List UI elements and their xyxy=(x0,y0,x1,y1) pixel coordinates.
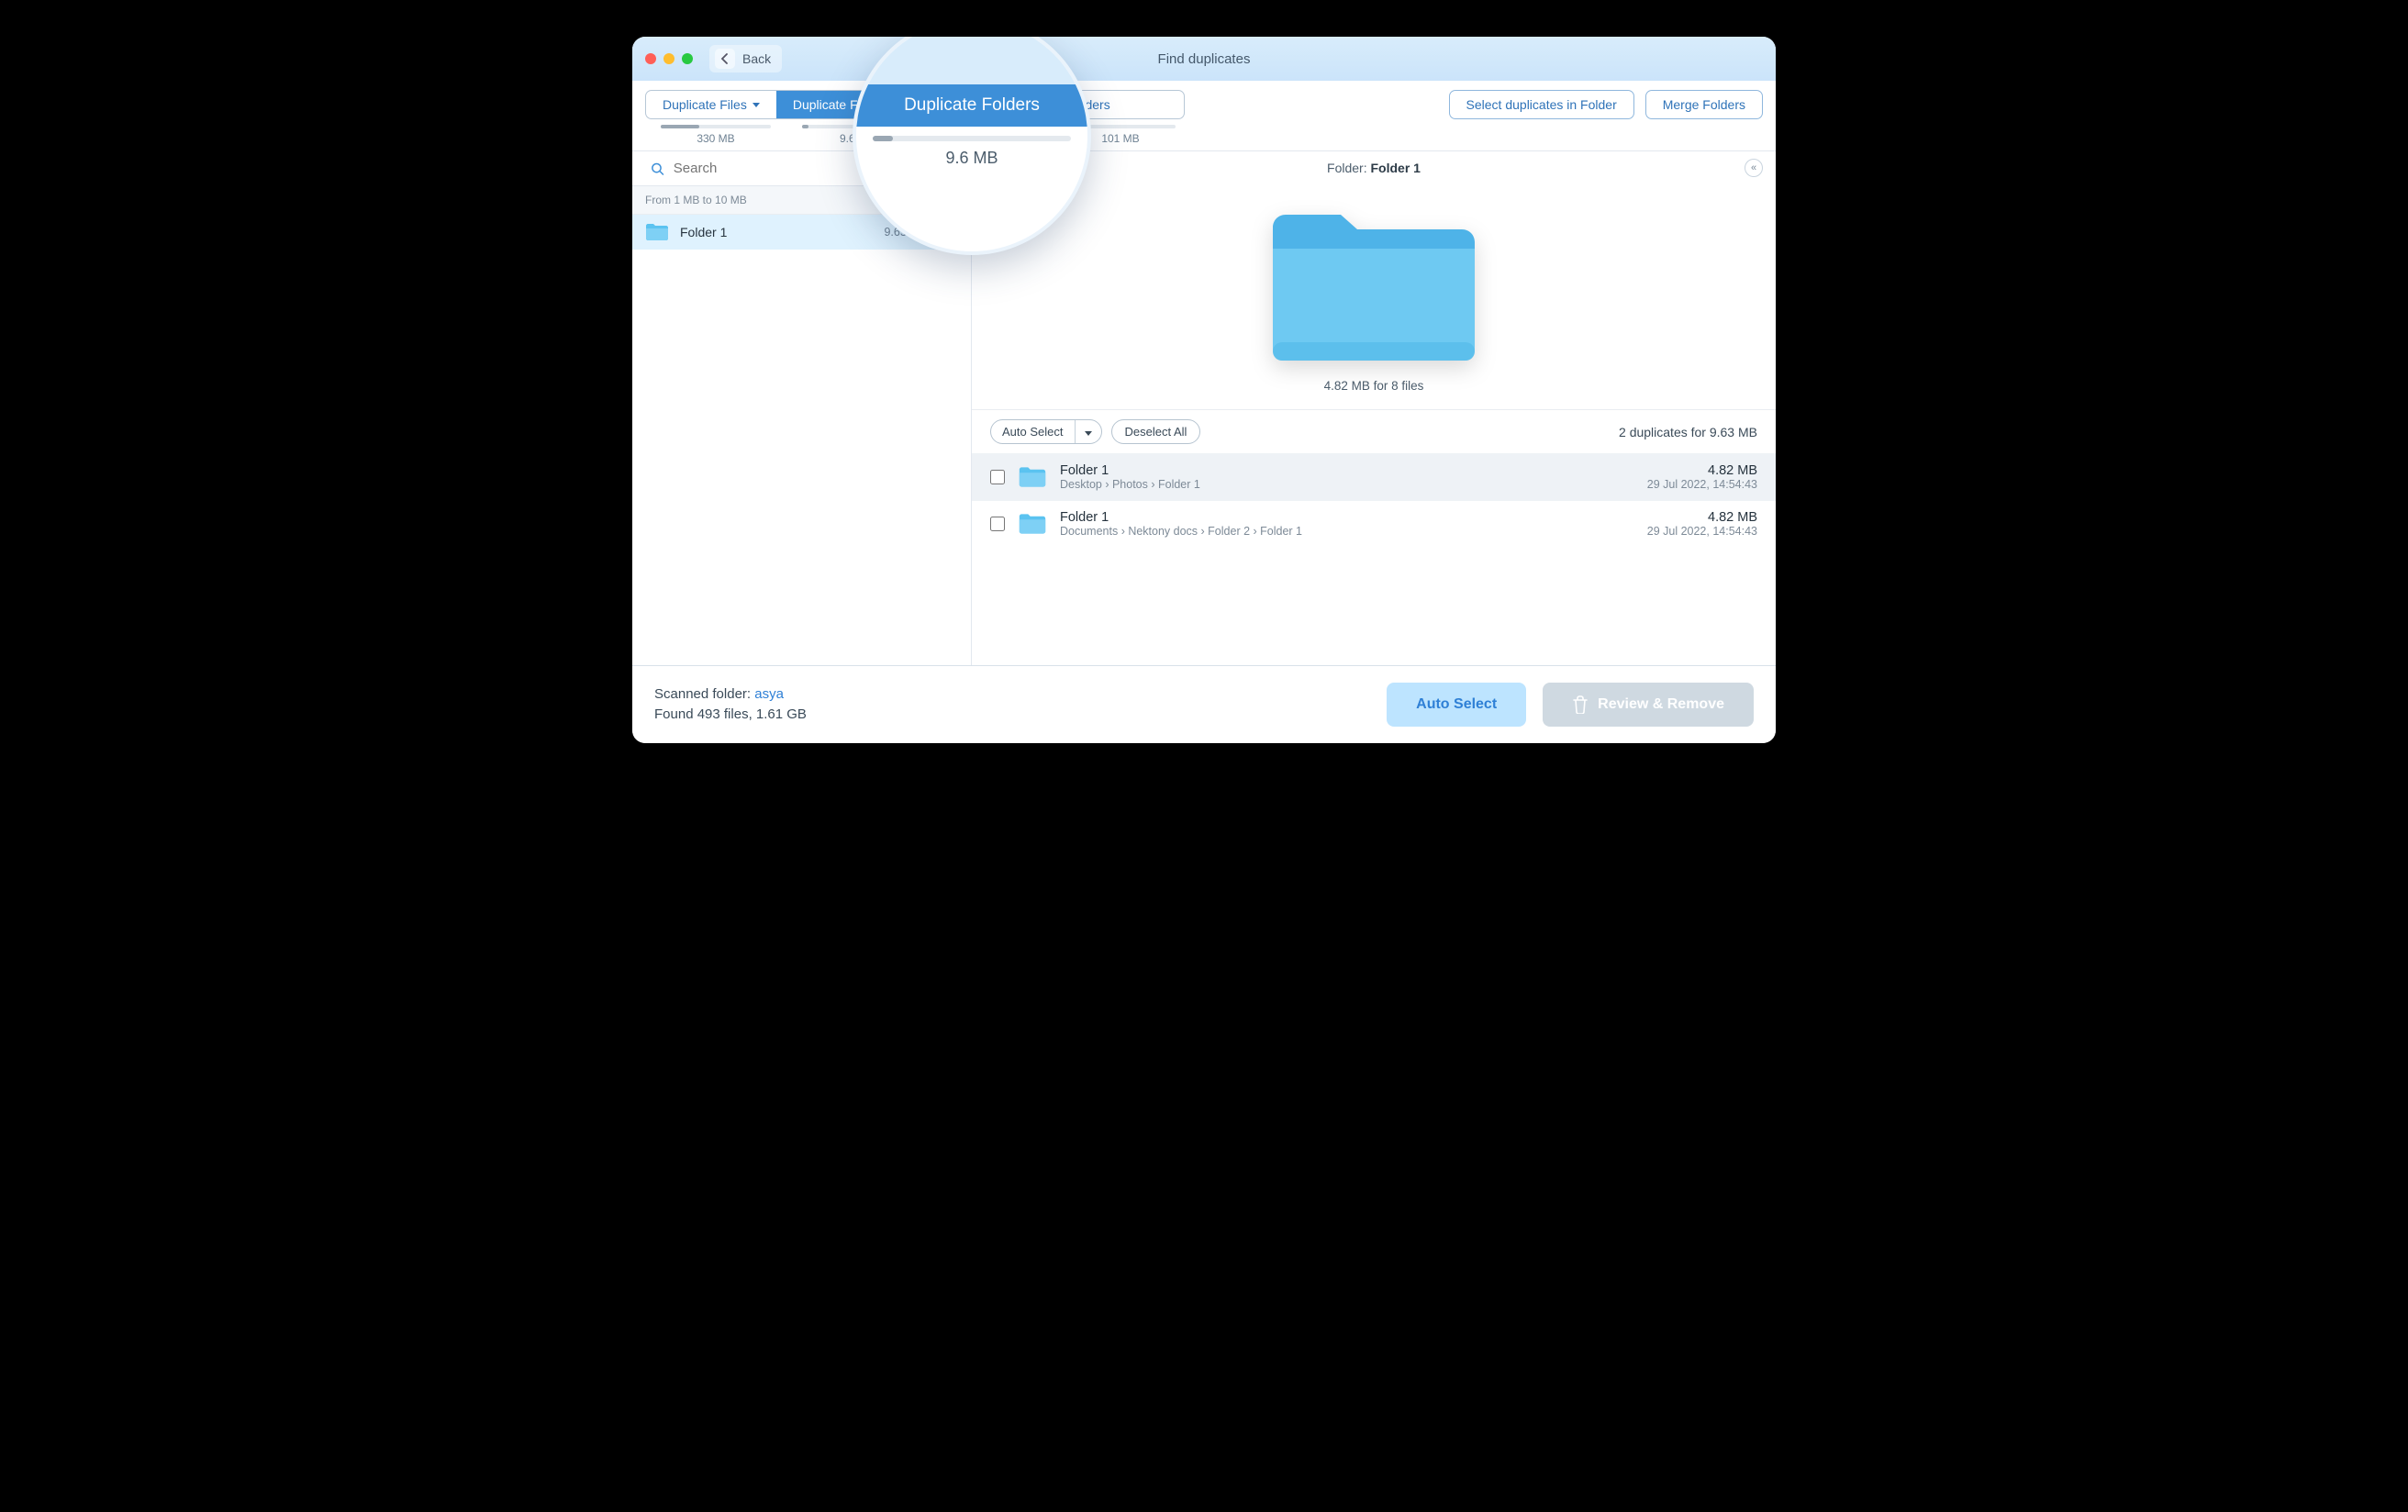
window-title: Find duplicates xyxy=(1158,51,1251,67)
magnified-tab: Duplicate Folders xyxy=(856,84,1087,127)
deselect-all-button[interactable]: Deselect All xyxy=(1111,419,1201,444)
row-checkbox[interactable] xyxy=(990,517,1005,531)
tab-label: Duplicate Files xyxy=(663,97,747,112)
row-size: 4.82 MB xyxy=(1647,463,1757,478)
select-duplicates-button[interactable]: Select duplicates in Folder xyxy=(1449,90,1634,119)
folder-icon xyxy=(1018,465,1047,489)
minimize-icon[interactable] xyxy=(663,53,674,64)
back-button[interactable]: Back xyxy=(709,45,782,72)
row-date: 29 Jul 2022, 14:54:43 xyxy=(1647,478,1757,491)
preview-meta: 4.82 MB for 8 files xyxy=(1324,379,1424,393)
review-remove-button[interactable]: Review & Remove xyxy=(1543,683,1754,727)
trash-icon xyxy=(1572,695,1589,714)
scanned-label: Scanned folder: xyxy=(654,686,751,702)
row-size: 4.82 MB xyxy=(1647,510,1757,525)
folder-preview: 4.82 MB for 8 files xyxy=(972,184,1776,409)
back-label: Back xyxy=(742,51,771,66)
row-date: 29 Jul 2022, 14:54:43 xyxy=(1647,525,1757,538)
row-name: Folder 1 xyxy=(1060,510,1634,525)
magnified-size: 9.6 MB xyxy=(856,149,1087,168)
tab-size: 101 MB xyxy=(1101,132,1139,145)
preview-label: Folder: xyxy=(1327,161,1367,175)
collapse-button[interactable]: « xyxy=(1745,159,1763,177)
titlebar: Back Find duplicates xyxy=(632,37,1776,81)
folder-icon xyxy=(1264,195,1484,370)
window-controls xyxy=(645,53,693,64)
duplicate-toolbar: Auto Select Deselect All 2 duplicates fo… xyxy=(972,409,1776,453)
chevron-down-icon[interactable] xyxy=(1075,420,1101,443)
review-label: Review & Remove xyxy=(1598,696,1724,713)
auto-select-button[interactable]: Auto Select xyxy=(1387,683,1526,727)
chevron-down-icon xyxy=(752,103,760,107)
preview-name: Folder 1 xyxy=(1371,161,1421,175)
app-window: Back Find duplicates Duplicate Files Dup… xyxy=(632,37,1776,743)
row-path: Documents › Nektony docs › Folder 2 › Fo… xyxy=(1060,525,1634,538)
tab-duplicate-files[interactable]: Duplicate Files xyxy=(646,91,776,118)
zoom-icon[interactable] xyxy=(682,53,693,64)
scan-summary: Scanned folder: asya Found 493 files, 1.… xyxy=(654,684,807,726)
found-summary: Found 493 files, 1.61 GB xyxy=(654,705,807,726)
row-checkbox[interactable] xyxy=(990,470,1005,484)
duplicate-row[interactable]: Folder 1 Documents › Nektony docs › Fold… xyxy=(972,500,1776,547)
duplicate-row[interactable]: Folder 1 Desktop › Photos › Folder 1 4.8… xyxy=(972,453,1776,500)
footer: Scanned folder: asya Found 493 files, 1.… xyxy=(632,665,1776,743)
row-name: Folder 1 xyxy=(1060,463,1634,478)
chevron-left-icon xyxy=(715,49,735,69)
scanned-folder-link[interactable]: asya xyxy=(754,686,784,702)
folder-icon xyxy=(645,222,669,242)
search-icon xyxy=(651,161,664,176)
merge-folders-button[interactable]: Merge Folders xyxy=(1645,90,1763,119)
main-panel: Folder: Folder 1 « 4.82 MB for 8 files A… xyxy=(972,151,1776,665)
auto-select-label: Auto Select xyxy=(991,420,1075,443)
duplicate-summary: 2 duplicates for 9.63 MB xyxy=(1619,425,1757,439)
tab-size: 330 MB xyxy=(697,132,734,145)
toolbar: Duplicate Files Duplicate Folders lar Me… xyxy=(632,81,1776,151)
folder-name: Folder 1 xyxy=(680,225,873,239)
close-icon[interactable] xyxy=(645,53,656,64)
row-path: Desktop › Photos › Folder 1 xyxy=(1060,478,1634,491)
auto-select-dropdown[interactable]: Auto Select xyxy=(990,419,1102,444)
folder-icon xyxy=(1018,512,1047,536)
preview-header: Folder: Folder 1 « xyxy=(972,151,1776,184)
